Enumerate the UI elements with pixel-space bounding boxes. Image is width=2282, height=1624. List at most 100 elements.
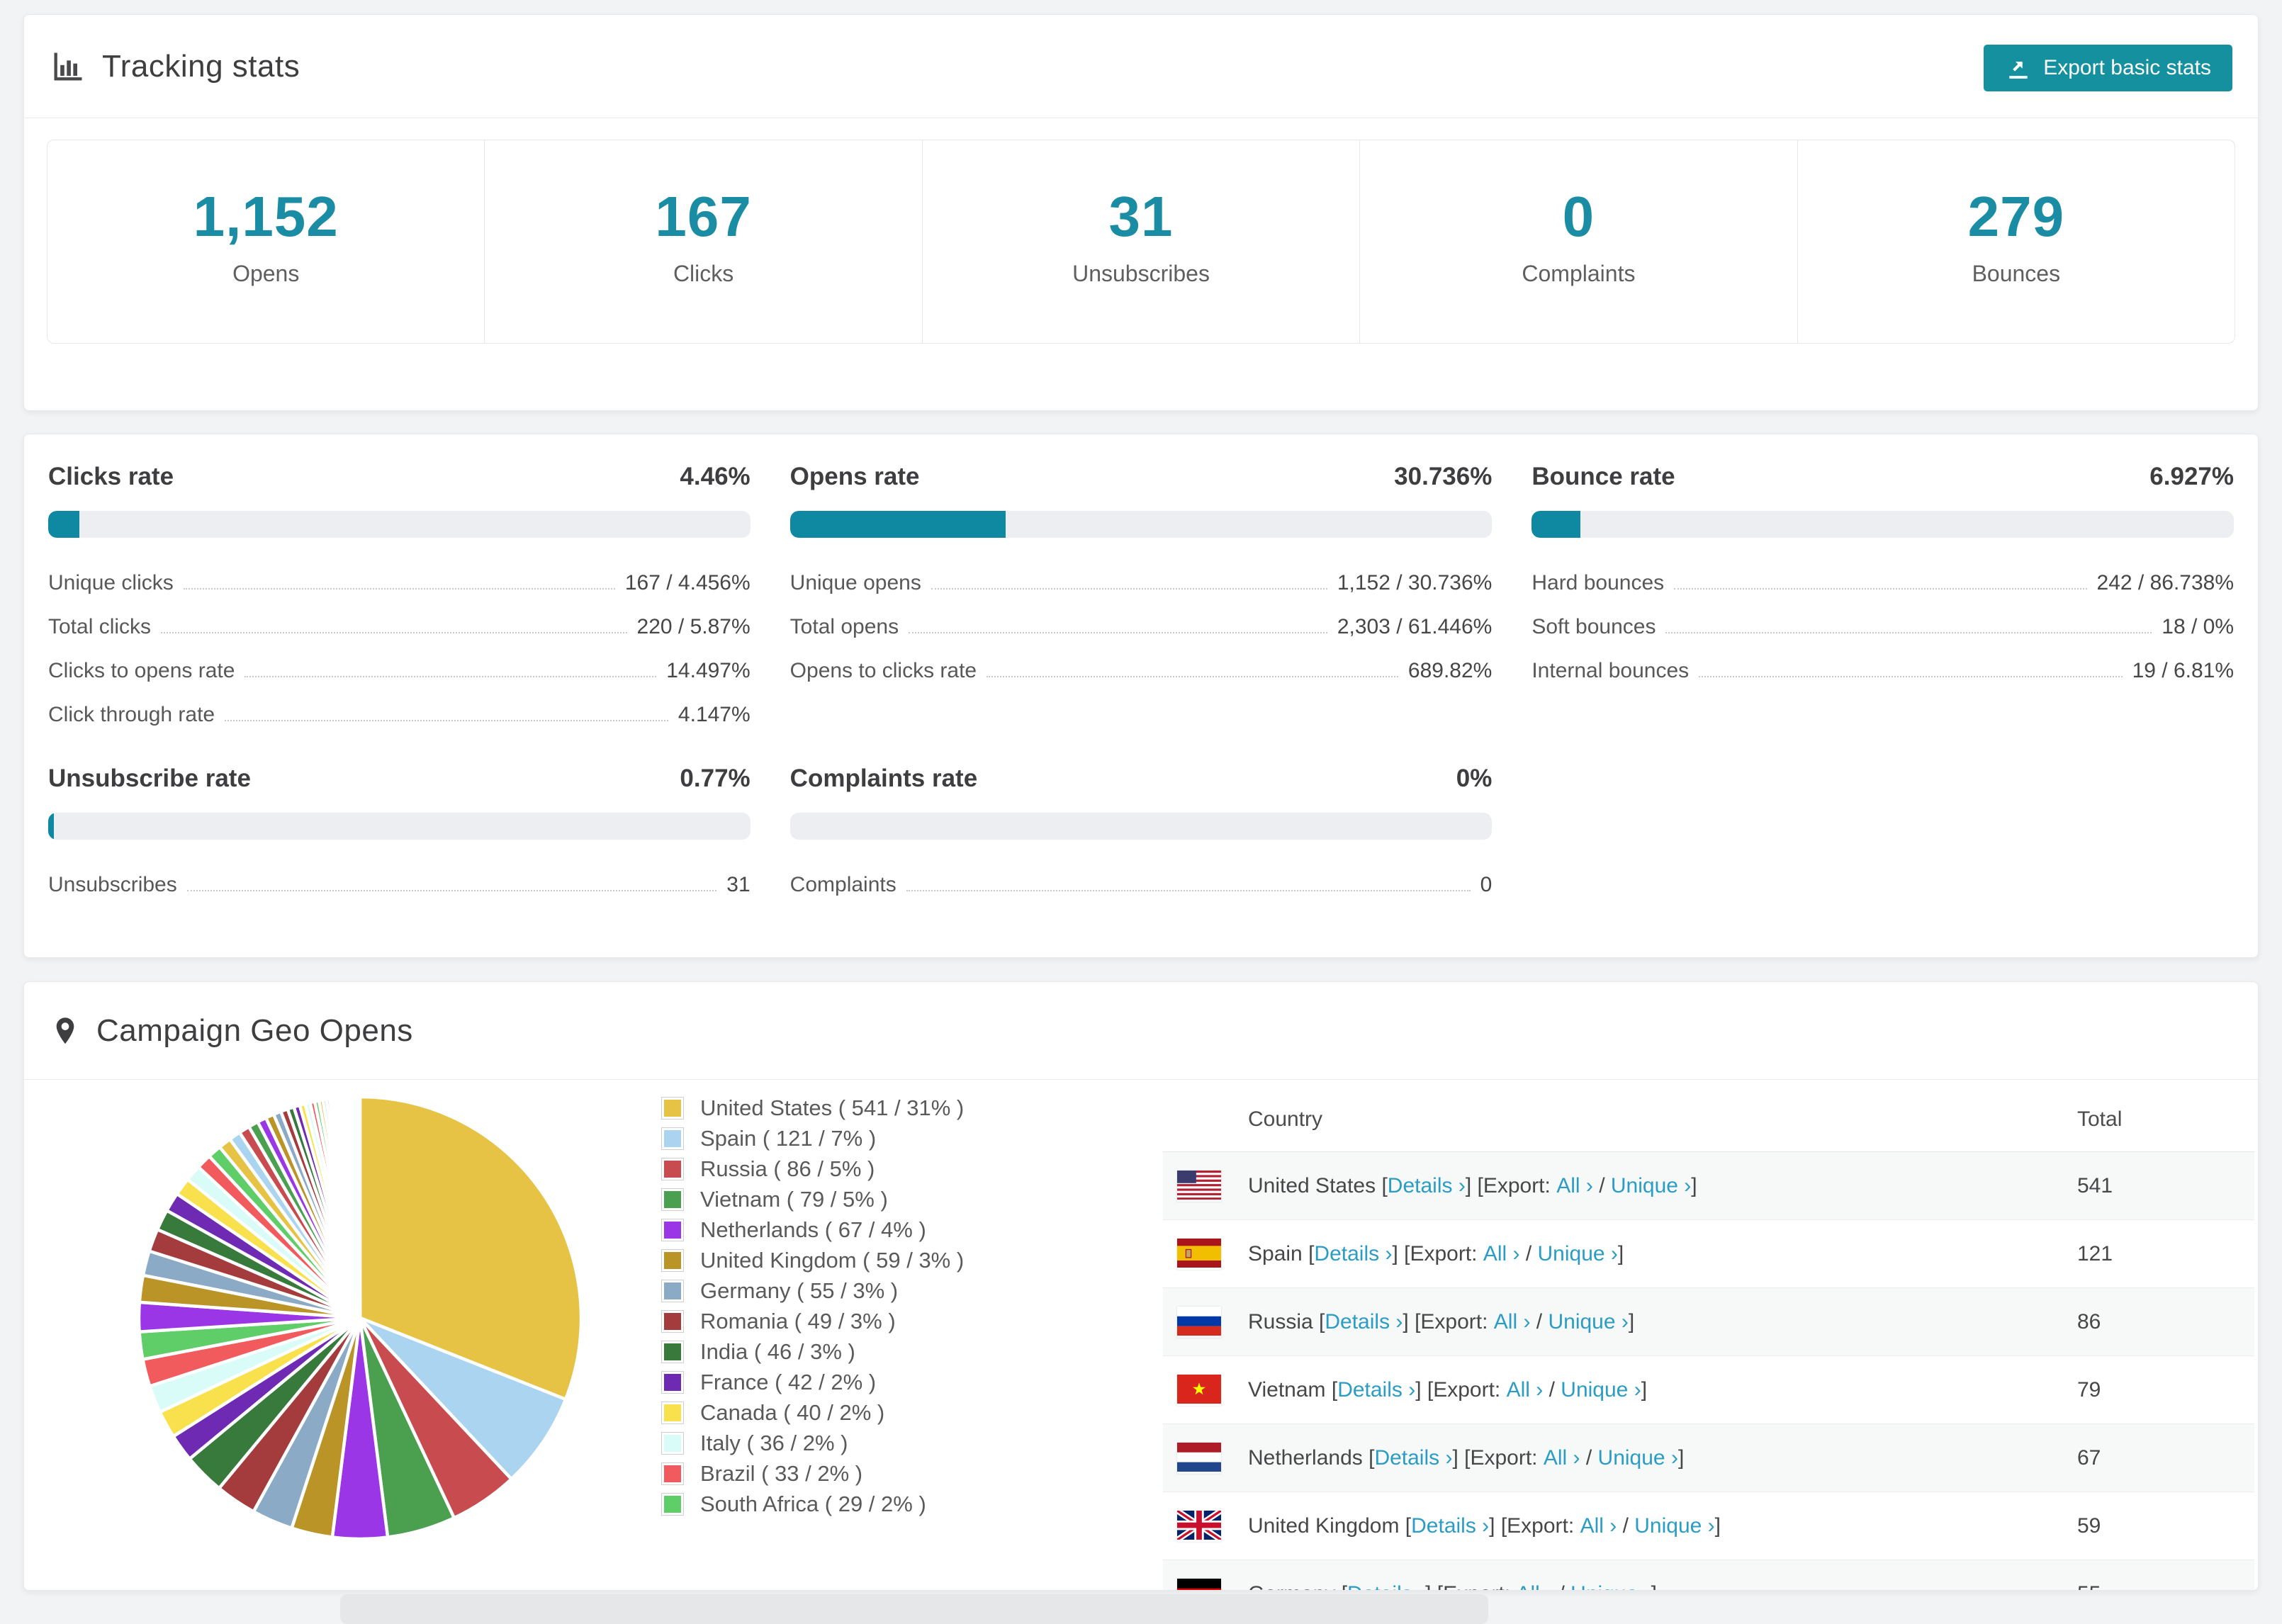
flag-de-icon bbox=[1177, 1578, 1221, 1590]
rate-row-value: 242 / 86.738% bbox=[2096, 571, 2235, 594]
country-name: Russia bbox=[1248, 1309, 1313, 1333]
rate-row-unsubscribes: Unsubscribes 31 bbox=[48, 864, 751, 908]
bracket-text: [ bbox=[1376, 1173, 1388, 1197]
flag-vn-icon bbox=[1177, 1374, 1221, 1406]
details-link-united-states[interactable]: Details › bbox=[1388, 1174, 1466, 1198]
total-cell: 86 bbox=[2077, 1309, 2101, 1333]
rate-row-value: 220 / 5.87% bbox=[636, 615, 751, 638]
rate-block-complaints-rate: Complaints rate 0% Complaints 0 bbox=[789, 765, 1493, 908]
legend-item-spain[interactable]: Spain ( 121 / 7% ) bbox=[661, 1123, 964, 1154]
rate-row-label: Internal bounces bbox=[1531, 659, 1690, 682]
rate-value: 6.927% bbox=[2149, 463, 2235, 490]
legend-label: South Africa ( 29 / 2% ) bbox=[700, 1491, 926, 1516]
export-prefix-text: ] [Export: bbox=[1489, 1513, 1580, 1538]
total-cell: 67 bbox=[2077, 1445, 2101, 1470]
bracket-text: [ bbox=[1399, 1513, 1412, 1538]
bracket-close-text: ] bbox=[1628, 1309, 1635, 1333]
legend-label: Romania ( 49 / 3% ) bbox=[700, 1308, 896, 1333]
legend-label: Germany ( 55 / 3% ) bbox=[700, 1278, 899, 1303]
legend-swatch bbox=[661, 1370, 684, 1394]
export-unique-link-united-states[interactable]: Unique › bbox=[1611, 1174, 1691, 1198]
stat-label: Unsubscribes bbox=[1072, 261, 1210, 286]
country-name: Vietnam bbox=[1248, 1377, 1326, 1402]
rate-block-bounce-rate: Bounce rate 6.927% Hard bounces 242 / 86.73… bbox=[1531, 463, 2235, 738]
stats-row: 1,152 Opens 167 Clicks 31 Unsubscribes 0 Compla… bbox=[47, 140, 2235, 344]
export-unique-link-united-kingdom[interactable]: Unique › bbox=[1634, 1514, 1714, 1538]
stat-label: Complaints bbox=[1522, 261, 1636, 286]
country-cell: Spain [Details ›] [Export: All › / Uniqu… bbox=[1163, 1242, 2077, 1266]
export-all-link-united-states[interactable]: All › bbox=[1556, 1174, 1593, 1198]
details-link-united-kingdom[interactable]: Details › bbox=[1411, 1514, 1489, 1538]
legend-item-united-states[interactable]: United States ( 541 / 31% ) bbox=[661, 1093, 964, 1123]
campaign-geo-card: Campaign Geo Opens United States ( 541 /… bbox=[23, 981, 2259, 1591]
dotted-leader bbox=[183, 588, 615, 590]
legend-item-germany[interactable]: Germany ( 55 / 3% ) bbox=[661, 1275, 964, 1306]
country-cell: Germany [Details ›] [Export: All › / Uni… bbox=[1163, 1582, 2077, 1591]
page-title: Tracking stats bbox=[50, 48, 300, 85]
legend-item-canada[interactable]: Canada ( 40 / 2% ) bbox=[661, 1397, 964, 1428]
legend-item-france[interactable]: France ( 42 / 2% ) bbox=[661, 1367, 964, 1397]
details-link-germany[interactable]: Details › bbox=[1347, 1582, 1425, 1591]
export-all-link-united-kingdom[interactable]: All › bbox=[1580, 1514, 1617, 1538]
legend-item-netherlands[interactable]: Netherlands ( 67 / 4% ) bbox=[661, 1214, 964, 1245]
geo-table-header: Country Total bbox=[1163, 1087, 2254, 1152]
rate-row-value: 4.147% bbox=[678, 703, 751, 726]
export-unique-link-germany[interactable]: Unique › bbox=[1570, 1582, 1651, 1591]
export-unique-link-vietnam[interactable]: Unique › bbox=[1561, 1378, 1641, 1402]
export-unique-link-spain[interactable]: Unique › bbox=[1538, 1242, 1618, 1266]
stat-box-unsubscribes: 31 Unsubscribes bbox=[921, 140, 1359, 343]
slash-text: / bbox=[1553, 1582, 1570, 1591]
legend-label: Canada ( 40 / 2% ) bbox=[700, 1399, 885, 1425]
export-all-link-netherlands[interactable]: All › bbox=[1544, 1446, 1580, 1470]
export-all-link-vietnam[interactable]: All › bbox=[1507, 1378, 1544, 1402]
export-all-link-germany[interactable]: All › bbox=[1516, 1582, 1553, 1591]
progress-track bbox=[789, 511, 1493, 538]
details-link-spain[interactable]: Details › bbox=[1314, 1242, 1392, 1266]
legend-item-russia[interactable]: Russia ( 86 / 5% ) bbox=[661, 1154, 964, 1184]
legend-label: Russia ( 86 / 5% ) bbox=[700, 1156, 875, 1181]
legend-item-united-kingdom[interactable]: United Kingdom ( 59 / 3% ) bbox=[661, 1245, 965, 1275]
country-name: United Kingdom bbox=[1248, 1513, 1400, 1538]
export-unique-link-netherlands[interactable]: Unique › bbox=[1598, 1446, 1678, 1470]
table-row-netherlands: Netherlands [Details ›] [Export: All › /… bbox=[1163, 1424, 2254, 1492]
rate-row-value: 1,152 / 30.736% bbox=[1337, 571, 1493, 594]
legend-item-vietnam[interactable]: Vietnam ( 79 / 5% ) bbox=[661, 1184, 964, 1214]
horizontal-scrollbar-thumb[interactable] bbox=[340, 1594, 1488, 1624]
dotted-leader bbox=[906, 890, 1471, 891]
rate-block-unsubscribe-rate: Unsubscribe rate 0.77% Unsubscribes 31 bbox=[48, 765, 751, 908]
legend-label: Italy ( 36 / 2% ) bbox=[700, 1430, 848, 1455]
pie-slice-other-45[interactable] bbox=[357, 1095, 362, 1320]
rate-row-total-opens: Total opens 2,303 / 61.446% bbox=[790, 606, 1493, 650]
export-unique-link-russia[interactable]: Unique › bbox=[1548, 1310, 1628, 1334]
details-link-vietnam[interactable]: Details › bbox=[1337, 1378, 1415, 1402]
export-basic-stats-button[interactable]: Export basic stats bbox=[1984, 45, 2232, 91]
country-cell: United Kingdom [Details ›] [Export: All … bbox=[1163, 1514, 2077, 1538]
bracket-close-text: ] bbox=[1677, 1445, 1685, 1470]
legend-swatch bbox=[661, 1462, 684, 1485]
legend-label: United Kingdom ( 59 / 3% ) bbox=[700, 1247, 965, 1273]
legend-item-south-africa[interactable]: South Africa ( 29 / 2% ) bbox=[661, 1489, 964, 1519]
legend-item-brazil[interactable]: Brazil ( 33 / 2% ) bbox=[661, 1458, 964, 1489]
details-link-russia[interactable]: Details › bbox=[1325, 1310, 1403, 1334]
total-header: Total bbox=[2077, 1107, 2123, 1131]
rate-title: Complaints rate bbox=[789, 765, 978, 792]
geo-title: Campaign Geo Opens bbox=[96, 1013, 413, 1048]
total-cell: 121 bbox=[2077, 1241, 2113, 1265]
legend-item-romania[interactable]: Romania ( 49 / 3% ) bbox=[661, 1306, 964, 1336]
rate-head: Complaints rate 0% bbox=[790, 765, 1493, 793]
stat-value: 31 bbox=[1108, 185, 1174, 248]
details-link-netherlands[interactable]: Details › bbox=[1374, 1446, 1452, 1470]
export-all-link-russia[interactable]: All › bbox=[1494, 1310, 1531, 1334]
legend-item-india[interactable]: India ( 46 / 3% ) bbox=[661, 1336, 964, 1367]
export-icon bbox=[2009, 61, 2028, 79]
legend-item-italy[interactable]: Italy ( 36 / 2% ) bbox=[661, 1428, 964, 1458]
rate-value: 0.77% bbox=[680, 765, 751, 792]
rate-rows: Hard bounces 242 / 86.738% Soft bounces 18 … bbox=[1531, 562, 2234, 694]
rate-rows: Unsubscribes 31 bbox=[48, 864, 751, 908]
geo-pie-chart bbox=[126, 1084, 594, 1552]
slash-text: / bbox=[1543, 1377, 1561, 1402]
dotted-leader bbox=[1665, 632, 2152, 633]
stat-box-complaints: 0 Complaints bbox=[1359, 140, 1797, 343]
export-all-link-spain[interactable]: All › bbox=[1483, 1242, 1520, 1266]
dotted-leader bbox=[186, 890, 717, 891]
